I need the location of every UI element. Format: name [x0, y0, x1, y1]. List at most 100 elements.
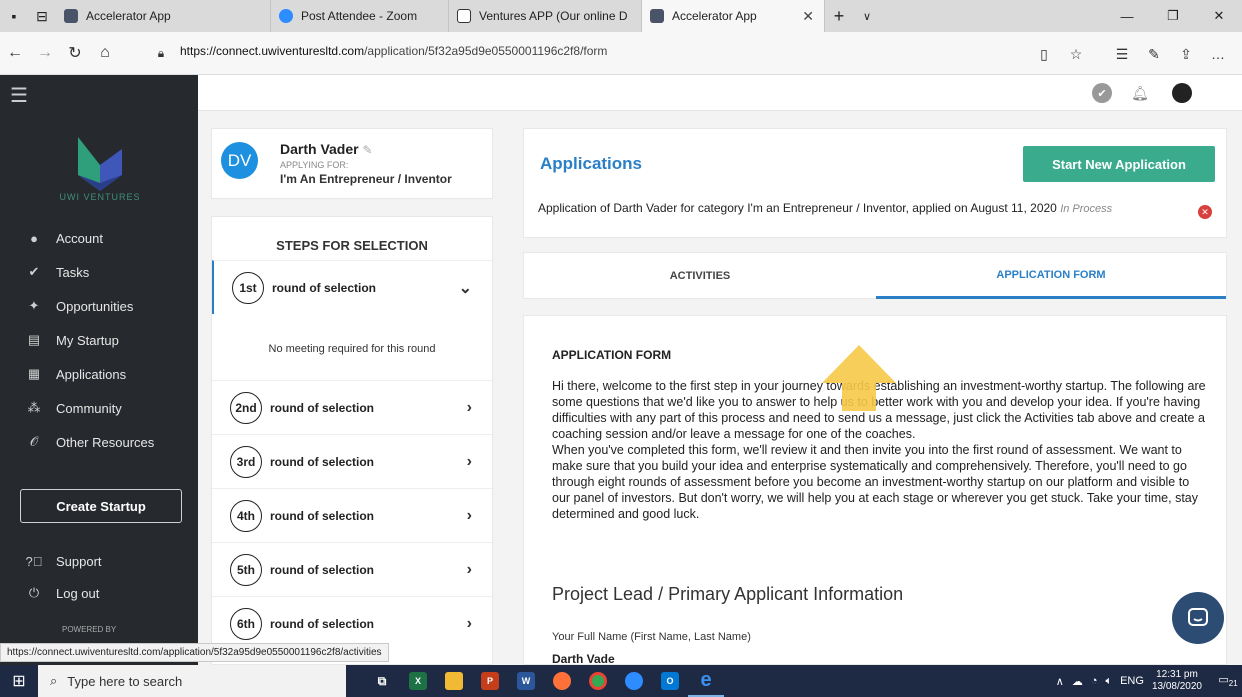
round-2nd[interactable]: 2nd round of selection ›	[212, 380, 492, 434]
edge-icon[interactable]: e	[688, 665, 724, 697]
zoom-favicon-icon	[279, 9, 293, 23]
browser-tab-active[interactable]: Accelerator App ✕	[642, 0, 825, 32]
chrome-icon[interactable]	[580, 665, 616, 697]
sidebar-item-label: Account	[56, 230, 103, 246]
close-window-icon[interactable]: ✕	[1196, 0, 1242, 32]
start-new-application-button[interactable]: Start New Application	[1023, 146, 1215, 182]
section-title: Project Lead / Primary Applicant Informa…	[552, 584, 904, 604]
sidebar-item-tasks[interactable]: ✔ Tasks	[0, 256, 198, 288]
volume-icon[interactable]: 🔈︎	[1105, 675, 1112, 688]
browser-tab[interactable]: Ventures APP (Our online D	[449, 0, 642, 32]
windows-start-icon[interactable]: ⊞	[0, 665, 38, 697]
windows-taskbar: ⊞ ⌕ Type here to search ⧉ X P W O e ∧ ☁ ◔…	[0, 665, 1242, 697]
search-placeholder: Type here to search	[67, 673, 183, 689]
clock-date: 13/08/2020	[1151, 681, 1202, 692]
round-4th[interactable]: 4th round of selection ›	[212, 488, 492, 542]
pen-icon[interactable]: ✎	[1138, 40, 1170, 68]
clock-time: 12:31 pm	[1156, 669, 1198, 680]
favorite-star-icon[interactable]: ☆	[1060, 40, 1092, 68]
notification-bell-icon[interactable]: 🔔︎	[1130, 83, 1150, 103]
application-entry[interactable]: Application of Darth Vader for category …	[538, 200, 1188, 217]
browser-tab[interactable]: Accelerator App	[56, 0, 271, 32]
page-favicon-icon	[457, 9, 471, 23]
outlook-icon[interactable]: O	[652, 665, 688, 697]
taskbar-search[interactable]: ⌕ Type here to search	[38, 665, 346, 697]
round-5th[interactable]: 5th round of selection ›	[212, 542, 492, 596]
delete-application-icon[interactable]: ✕	[1198, 205, 1212, 219]
profile-name: Darth Vader ✎	[280, 141, 373, 157]
sidebar-item-account[interactable]: ● Account	[0, 222, 198, 254]
round-3rd[interactable]: 3rd round of selection ›	[212, 434, 492, 488]
sidebar-item-support[interactable]: ?⃝ Support	[0, 545, 198, 577]
application-entry-text: Application of Darth Vader for category …	[538, 201, 1057, 215]
favorites-list-icon[interactable]: ☰	[1106, 40, 1138, 68]
tray-chevron-icon[interactable]: ∧	[1056, 675, 1064, 688]
wifi-icon[interactable]: ◔	[1091, 675, 1098, 687]
edit-icon[interactable]: ✎	[362, 143, 372, 157]
user-avatar[interactable]	[1172, 83, 1192, 103]
person-icon: ●	[30, 230, 38, 246]
notifications-icon[interactable]: ▭21	[1214, 673, 1242, 688]
round-label: round of selection	[270, 562, 375, 577]
close-tab-icon[interactable]: ✕	[802, 8, 814, 25]
url-path: /application/5f32a95d9e0550001196c2f8/fo…	[364, 44, 608, 58]
minimize-icon[interactable]: —	[1104, 0, 1150, 32]
tab-actions-icon[interactable]: ⊟	[28, 0, 56, 32]
refresh-icon[interactable]: ↻	[60, 32, 90, 75]
sidebar-item-label: Opportunities	[56, 298, 134, 314]
no-meeting-text: No meeting required for this round	[268, 343, 436, 355]
round-1st[interactable]: 1st round of selection ⌄	[212, 260, 492, 314]
word-icon[interactable]: W	[508, 665, 544, 697]
back-icon[interactable]: ←	[0, 32, 30, 75]
restore-icon[interactable]: ❐	[1150, 0, 1196, 32]
tab-label: Ventures APP (Our online D	[479, 9, 628, 23]
tab-label: Accelerator App	[86, 9, 171, 23]
application-status: In Process	[1060, 203, 1113, 215]
reading-view-icon[interactable]: ▯	[1028, 40, 1060, 68]
share-icon[interactable]: ⇪	[1170, 40, 1202, 68]
url-host: https://connect.uwiventuresltd.com	[180, 44, 365, 58]
zoom-icon[interactable]	[616, 665, 652, 697]
firefox-icon[interactable]	[544, 665, 580, 697]
excel-icon[interactable]: X	[400, 665, 436, 697]
onedrive-icon[interactable]: ☁	[1072, 675, 1083, 688]
more-icon[interactable]: …	[1202, 40, 1234, 68]
chat-icon	[1188, 608, 1208, 626]
url-field[interactable]: https://connect.uwiventuresltd.com/appli…	[180, 44, 607, 58]
round-number: 3rd	[230, 445, 262, 478]
form-intro-paragraph: When you've completed this form, we'll r…	[552, 443, 1198, 521]
window-menu-icon[interactable]: ▪	[0, 0, 28, 32]
new-tab-icon[interactable]: +	[825, 0, 853, 32]
round-number: 6th	[230, 607, 262, 640]
sidebar: ☰ UWI VENTURES ● Account ✔ Tasks ✦ Opportun…	[0, 75, 198, 665]
home-icon[interactable]: ⌂	[90, 32, 120, 75]
tasks-check-icon[interactable]: ✔	[1092, 83, 1112, 103]
tab-application-form[interactable]: APPLICATION FORM	[876, 253, 1226, 299]
sidebar-item-applications[interactable]: ▦ Applications	[0, 358, 198, 390]
round-number: 4th	[230, 499, 262, 532]
sidebar-item-my-startup[interactable]: ▤ My Startup	[0, 324, 198, 356]
sidebar-item-opportunities[interactable]: ✦ Opportunities	[0, 290, 198, 322]
sidebar-item-community[interactable]: ⁂ Community	[0, 392, 198, 424]
sidebar-item-other-resources[interactable]: 𝒪 Other Resources	[0, 426, 198, 458]
clock[interactable]: 12:31 pm 13/08/2020	[1152, 669, 1202, 693]
forward-icon[interactable]: →	[30, 32, 60, 75]
tab-list-chevron-icon[interactable]: ∨	[853, 0, 881, 32]
powerpoint-icon[interactable]: P	[472, 665, 508, 697]
check-circle-icon: ✔	[28, 264, 40, 279]
round-label: round of selection	[270, 616, 375, 631]
file-explorer-icon[interactable]	[436, 665, 472, 697]
sidebar-item-logout[interactable]: ⏻ Log out	[0, 577, 198, 609]
hamburger-menu-icon[interactable]: ☰	[10, 83, 28, 108]
browser-tab-bar: ▪ ⊟ Accelerator App Post Attendee - Zoom…	[0, 0, 1242, 32]
tab-activities[interactable]: ACTIVITIES	[524, 253, 876, 299]
browser-tab[interactable]: Post Attendee - Zoom	[271, 0, 449, 32]
fullname-field[interactable]: Darth Vade	[552, 652, 615, 664]
profile-card: DV Darth Vader ✎ APPLYING FOR: I'm An En…	[211, 128, 493, 199]
round-number: 1st	[232, 271, 264, 304]
chat-launcher-button[interactable]	[1172, 592, 1224, 644]
create-startup-button[interactable]: Create Startup	[20, 489, 182, 523]
round-6th[interactable]: 6th round of selection ›	[212, 596, 492, 650]
task-view-icon[interactable]: ⧉	[364, 665, 400, 697]
language-indicator[interactable]: ENG	[1120, 675, 1144, 687]
